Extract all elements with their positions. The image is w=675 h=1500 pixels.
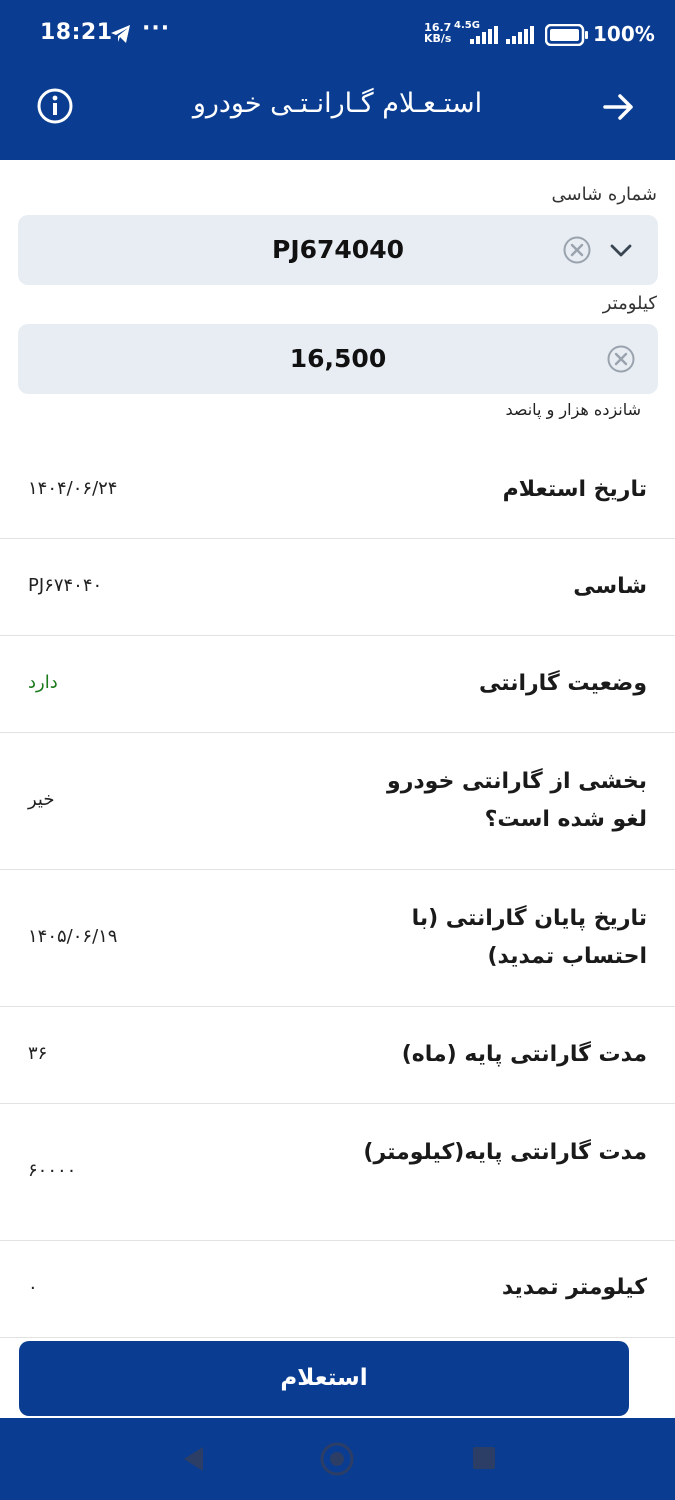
- row-value: PJ۶۷۴۰۴۰: [28, 575, 103, 596]
- row-label: تاریخ پایان گارانتی (با احتساب تمدید): [411, 906, 647, 969]
- battery-icon: [544, 23, 589, 50]
- more-dots-icon: ···: [142, 16, 171, 41]
- home-circle-icon[interactable]: [320, 1442, 354, 1480]
- row-value: ۱۴۰۴/۰۶/۲۴: [28, 478, 118, 499]
- kilometer-words: شانزده هزار و پانصد: [505, 400, 641, 419]
- row-value: ۱۴۰۵/۰۶/۱۹: [28, 926, 118, 947]
- row-label: بخشی از گارانتی خودرو لغو شده است؟: [387, 769, 647, 832]
- battery-level: 100%: [593, 22, 655, 46]
- clear-icon[interactable]: [562, 235, 592, 265]
- net-speed-unit: KB/s: [424, 32, 452, 45]
- system-nav-bar: [0, 1418, 675, 1500]
- signal-icon: [470, 26, 498, 48]
- row-value: خیر: [28, 789, 55, 810]
- row-label: مدت گارانتی پایه (ماه): [401, 1042, 647, 1067]
- row-label: کیلومتر تمدید: [501, 1275, 647, 1300]
- back-triangle-icon[interactable]: [180, 1444, 206, 1478]
- page-title: استـعـلام گـارانـتـی خودرو: [192, 88, 483, 119]
- result-row: تاریخ پایان گارانتی (با احتساب تمدید) ۱۴…: [0, 870, 675, 1007]
- status-time: 18:21: [40, 20, 113, 45]
- result-row: کیلومتر تمدید ۰: [0, 1241, 675, 1338]
- signal-icon: [506, 26, 536, 48]
- inquiry-button[interactable]: استعلام: [19, 1341, 629, 1416]
- clear-icon[interactable]: [606, 344, 636, 374]
- chassis-dropdown[interactable]: PJ674040: [18, 215, 658, 285]
- row-label: مدت گارانتی پایه(کیلومتر): [363, 1140, 647, 1165]
- telegram-icon: [110, 24, 132, 48]
- warranty-status-badge: دارد: [28, 672, 58, 693]
- chevron-down-icon[interactable]: [608, 237, 634, 263]
- kilometer-input[interactable]: 16,500: [18, 324, 658, 394]
- kilometer-value: 16,500: [289, 344, 387, 373]
- row-value: ۳۶: [28, 1043, 48, 1064]
- row-label: وضعیت گارانتی: [478, 671, 647, 696]
- status-bar: 18:21 ··· 16.7 KB/s 4.5G 100%: [0, 0, 675, 52]
- result-row: بخشی از گارانتی خودرو لغو شده است؟ خیر: [0, 733, 675, 870]
- row-label: تاریخ استعلام: [502, 477, 647, 502]
- info-icon[interactable]: [36, 87, 74, 125]
- app-bar: استـعـلام گـارانـتـی خودرو: [0, 52, 675, 160]
- arrow-right-icon[interactable]: [600, 88, 638, 126]
- result-row: شاسی PJ۶۷۴۰۴۰: [0, 539, 675, 636]
- kilometer-label: کیلومتر: [602, 293, 657, 314]
- result-row: مدت گارانتی پایه (ماه) ۳۶: [0, 1007, 675, 1104]
- row-label: شاسی: [573, 574, 647, 599]
- recents-square-icon[interactable]: [472, 1446, 496, 1474]
- result-row: مدت گارانتی پایه(کیلومتر) ۶۰۰۰۰: [0, 1104, 675, 1241]
- row-value: ۰: [28, 1277, 38, 1298]
- result-row: وضعیت گارانتی دارد: [0, 636, 675, 733]
- result-row: تاریخ استعلام ۱۴۰۴/۰۶/۲۴: [0, 442, 675, 539]
- net-speed: 16.7 KB/s: [424, 22, 451, 44]
- chassis-label: شماره شاسی: [551, 184, 657, 205]
- row-value: ۶۰۰۰۰: [28, 1160, 77, 1181]
